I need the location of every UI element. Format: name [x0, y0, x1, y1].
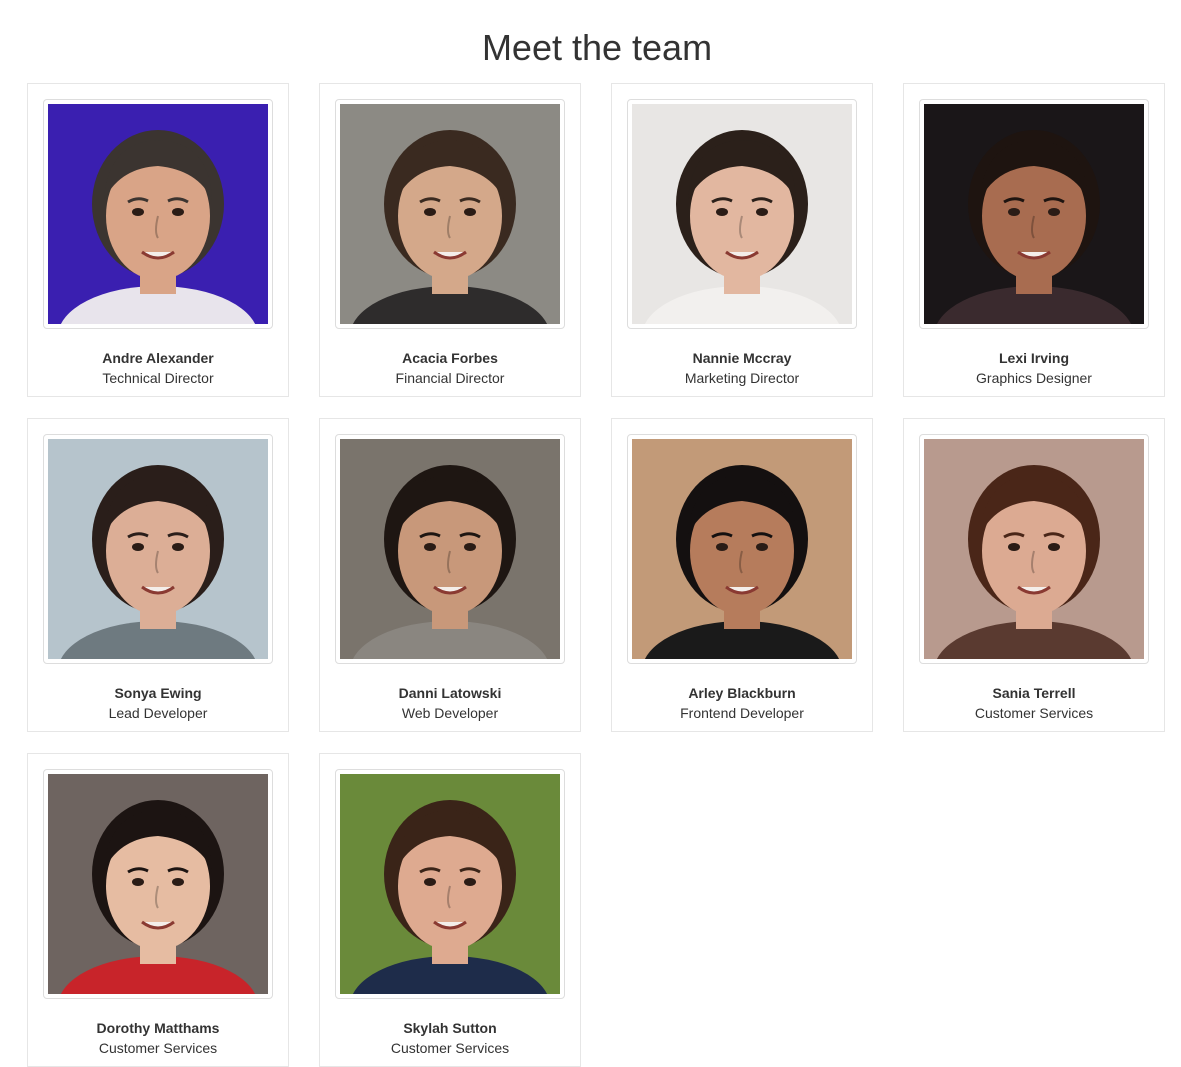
team-member-card: Andre Alexander Technical Director [27, 83, 289, 397]
team-member-card: Skylah Sutton Customer Services [319, 753, 581, 1067]
member-name: Arley Blackburn [688, 685, 796, 701]
portrait-photo [340, 439, 560, 659]
photo-frame [335, 769, 565, 999]
member-name: Nannie Mccray [692, 350, 792, 366]
member-role: Frontend Developer [680, 705, 804, 721]
photo-frame [919, 99, 1149, 329]
member-role: Graphics Designer [976, 370, 1092, 386]
photo-frame [335, 434, 565, 664]
team-member-card: Danni Latowski Web Developer [319, 418, 581, 732]
portrait-photo [632, 439, 852, 659]
photo-frame [43, 434, 273, 664]
member-role: Customer Services [974, 705, 1094, 721]
member-role: Marketing Director [684, 370, 800, 386]
portrait-photo [48, 104, 268, 324]
portrait-photo [48, 439, 268, 659]
member-name: Danni Latowski [398, 685, 502, 701]
team-member-card: Sonya Ewing Lead Developer [27, 418, 289, 732]
team-member-card: Arley Blackburn Frontend Developer [611, 418, 873, 732]
member-name: Andre Alexander [102, 350, 214, 366]
member-role: Financial Director [395, 370, 505, 386]
member-role: Lead Developer [108, 705, 208, 721]
photo-frame [627, 99, 857, 329]
portrait-photo [340, 104, 560, 324]
member-name: Dorothy Matthams [96, 1020, 220, 1036]
photo-frame [43, 99, 273, 329]
member-role: Technical Director [102, 370, 214, 386]
member-role: Customer Services [98, 1040, 218, 1056]
portrait-photo [632, 104, 852, 324]
photo-frame [335, 99, 565, 329]
member-role: Customer Services [390, 1040, 510, 1056]
portrait-photo [924, 439, 1144, 659]
photo-frame [43, 769, 273, 999]
portrait-photo [924, 104, 1144, 324]
photo-frame [919, 434, 1149, 664]
team-member-card: Lexi Irving Graphics Designer [903, 83, 1165, 397]
team-grid: Andre Alexander Technical Director Acacia … [27, 83, 1167, 1067]
member-name: Sania Terrell [992, 685, 1076, 701]
member-name: Sonya Ewing [114, 685, 202, 701]
team-member-card: Nannie Mccray Marketing Director [611, 83, 873, 397]
member-name: Acacia Forbes [402, 350, 498, 366]
portrait-photo [340, 774, 560, 994]
team-member-card: Dorothy Matthams Customer Services [27, 753, 289, 1067]
member-role: Web Developer [401, 705, 499, 721]
team-member-card: Sania Terrell Customer Services [903, 418, 1165, 732]
member-name: Skylah Sutton [403, 1020, 497, 1036]
team-member-card: Acacia Forbes Financial Director [319, 83, 581, 397]
portrait-photo [48, 774, 268, 994]
page-title: Meet the team [481, 27, 713, 68]
member-name: Lexi Irving [998, 350, 1070, 366]
photo-frame [627, 434, 857, 664]
